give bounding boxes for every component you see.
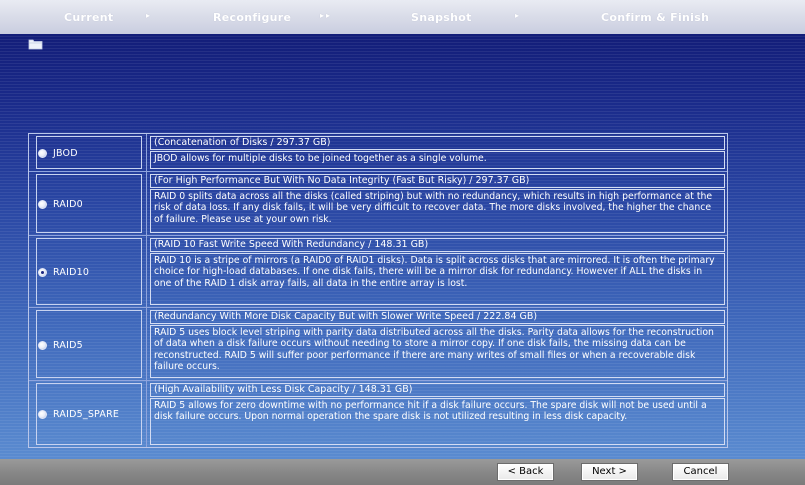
- option-info: (Redundancy With More Disk Capacity But …: [150, 310, 725, 378]
- wizard-footer: < Back Next > Cancel: [0, 459, 805, 485]
- option-description: RAID 5 uses block level striping with pa…: [150, 325, 725, 378]
- radio-raid10[interactable]: [38, 268, 47, 277]
- option-name: JBOD: [53, 148, 78, 159]
- option-name: RAID0: [53, 199, 83, 210]
- option-name: RAID5: [53, 340, 83, 351]
- option-label-box: [36, 310, 142, 378]
- chevron-right-icon: ▸: [146, 11, 153, 20]
- cancel-button[interactable]: Cancel: [672, 463, 729, 481]
- option-label-box: [36, 174, 142, 233]
- option-description: RAID 0 splits data across all the disks …: [150, 189, 725, 233]
- chevron-right-icon: ▸: [515, 11, 522, 20]
- step-current: Current: [64, 11, 114, 24]
- option-label-cell: JBOD: [29, 134, 147, 171]
- step-snapshot: Snapshot: [411, 11, 472, 24]
- option-info: (For High Performance But With No Data I…: [150, 174, 725, 233]
- option-headline: (High Availability with Less Disk Capaci…: [150, 383, 725, 397]
- option-raid10: RAID10 (RAID 10 Fast Write Speed With Re…: [29, 235, 727, 307]
- option-raid5-spare: RAID5_SPARE (High Availability with Less…: [29, 380, 727, 447]
- radio-raid0[interactable]: [38, 200, 47, 209]
- step-confirm-finish: Confirm & Finish: [601, 11, 710, 24]
- option-name: RAID10: [53, 267, 90, 278]
- radio-raid5[interactable]: [38, 341, 47, 350]
- option-info: (RAID 10 Fast Write Speed With Redundanc…: [150, 238, 725, 305]
- option-label-cell: RAID10: [29, 236, 147, 307]
- folder-icon[interactable]: [28, 38, 43, 50]
- option-description: RAID 10 is a stripe of mirrors (a RAID0 …: [150, 253, 725, 305]
- option-headline: (For High Performance But With No Data I…: [150, 174, 725, 188]
- radio-jbod[interactable]: [38, 149, 47, 158]
- option-headline: (Concatenation of Disks / 297.37 GB): [150, 136, 725, 150]
- option-info: (High Availability with Less Disk Capaci…: [150, 383, 725, 445]
- option-headline: (RAID 10 Fast Write Speed With Redundanc…: [150, 238, 725, 252]
- option-label-box: [36, 136, 142, 169]
- option-description: RAID 5 allows for zero downtime with no …: [150, 398, 725, 445]
- option-label-cell: RAID0: [29, 172, 147, 235]
- raid-options-table: JBOD (Concatenation of Disks / 297.37 GB…: [28, 133, 728, 448]
- option-headline: (Redundancy With More Disk Capacity But …: [150, 310, 725, 324]
- radio-raid5-spare[interactable]: [38, 410, 47, 419]
- option-label-cell: RAID5: [29, 308, 147, 380]
- option-name: RAID5_SPARE: [53, 409, 120, 420]
- option-raid5: RAID5 (Redundancy With More Disk Capacit…: [29, 307, 727, 380]
- option-jbod: JBOD (Concatenation of Disks / 297.37 GB…: [29, 134, 727, 171]
- next-button[interactable]: Next >: [581, 463, 638, 481]
- back-button[interactable]: < Back: [497, 463, 554, 481]
- wizard-stage: Current ▸ Reconfigure ▸▸ Snapshot ▸ Conf…: [0, 0, 805, 459]
- option-info: (Concatenation of Disks / 297.37 GB) JBO…: [150, 136, 725, 169]
- chevron-right-icon: ▸▸: [320, 11, 333, 20]
- step-reconfigure: Reconfigure: [213, 11, 292, 24]
- wizard-steps: Current ▸ Reconfigure ▸▸ Snapshot ▸ Conf…: [0, 0, 805, 34]
- option-raid0: RAID0 (For High Performance But With No …: [29, 171, 727, 235]
- option-description: JBOD allows for multiple disks to be joi…: [150, 151, 725, 169]
- option-label-cell: RAID5_SPARE: [29, 381, 147, 447]
